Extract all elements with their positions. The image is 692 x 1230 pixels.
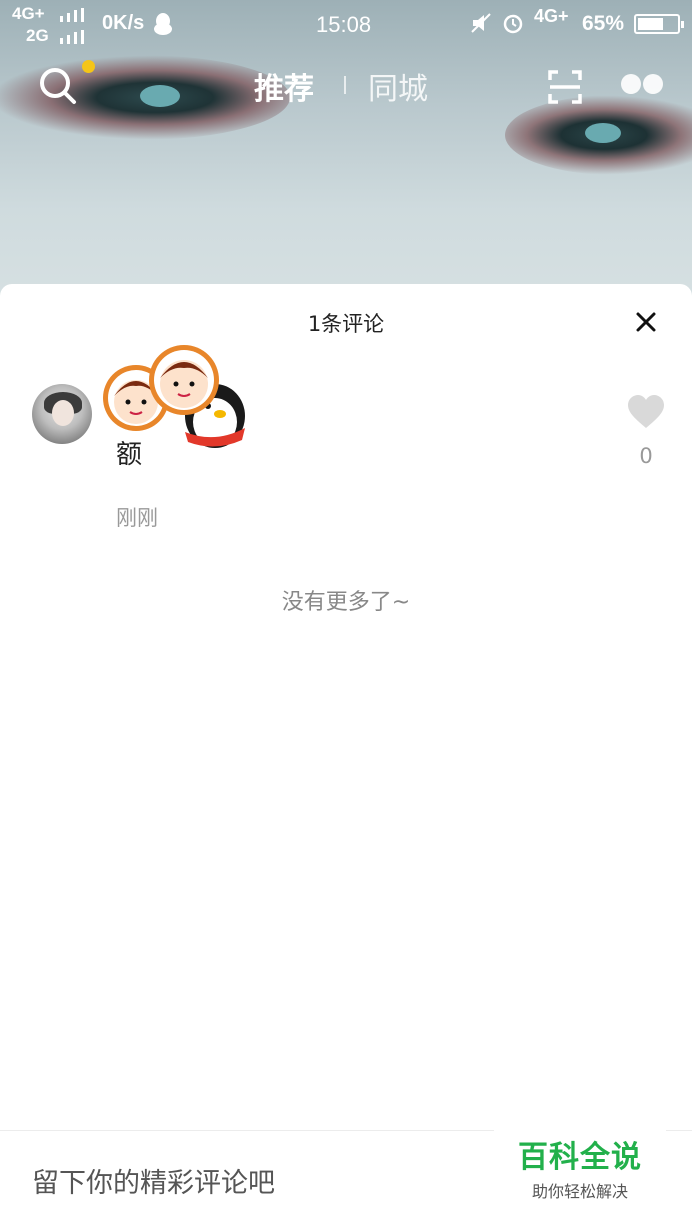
qq-penguin-icon [154, 13, 172, 35]
tab-local[interactable]: 同城 [368, 64, 428, 108]
no-more-comments: 没有更多了~ [281, 590, 411, 615]
network-type-right: 4G+ [534, 6, 569, 26]
clock-time: 15:08 [316, 12, 372, 37]
status-bar: 4G+ 2G 0K/s 15:08 4G+ 65% [0, 0, 692, 48]
battery-percent: 65% [582, 12, 625, 35]
like-count: 0 [639, 444, 653, 468]
tab-divider [344, 76, 346, 94]
comment-timestamp: 刚刚 [116, 506, 158, 530]
top-nav: 推荐 同城 [0, 56, 692, 116]
comment-input[interactable] [32, 1161, 472, 1205]
comment-text: 额 [116, 440, 143, 470]
watermark-title: 百科全说 [518, 1140, 642, 1175]
scan-icon[interactable] [548, 70, 582, 104]
battery-icon [634, 14, 684, 34]
mute-icon [471, 13, 491, 33]
battery-fill [638, 18, 663, 30]
network-type-top: 4G+ [12, 4, 45, 23]
watermark-subtitle: 助你轻松解决 [531, 1182, 628, 1201]
notification-dot [82, 60, 95, 73]
comments-sheet: 1条评论 额 刚刚 0 没有更多了~ [0, 284, 692, 1230]
tab-recommend[interactable]: 推荐 [254, 64, 314, 108]
alarm-icon [503, 14, 523, 34]
close-icon[interactable] [630, 306, 662, 338]
watermark-logo: 百科全说 助你轻松解决 [494, 1120, 666, 1204]
comments-count-title: 1条评论 [307, 312, 385, 336]
signal-icon-secondary [60, 30, 84, 44]
network-type-bottom: 2G [26, 26, 49, 45]
heart-icon[interactable] [626, 394, 666, 430]
network-speed: 0K/s [102, 12, 145, 34]
dual-dot-menu-icon[interactable] [620, 72, 664, 96]
signal-icon [60, 8, 84, 22]
avatar[interactable] [32, 384, 92, 444]
search-icon[interactable] [38, 66, 78, 106]
